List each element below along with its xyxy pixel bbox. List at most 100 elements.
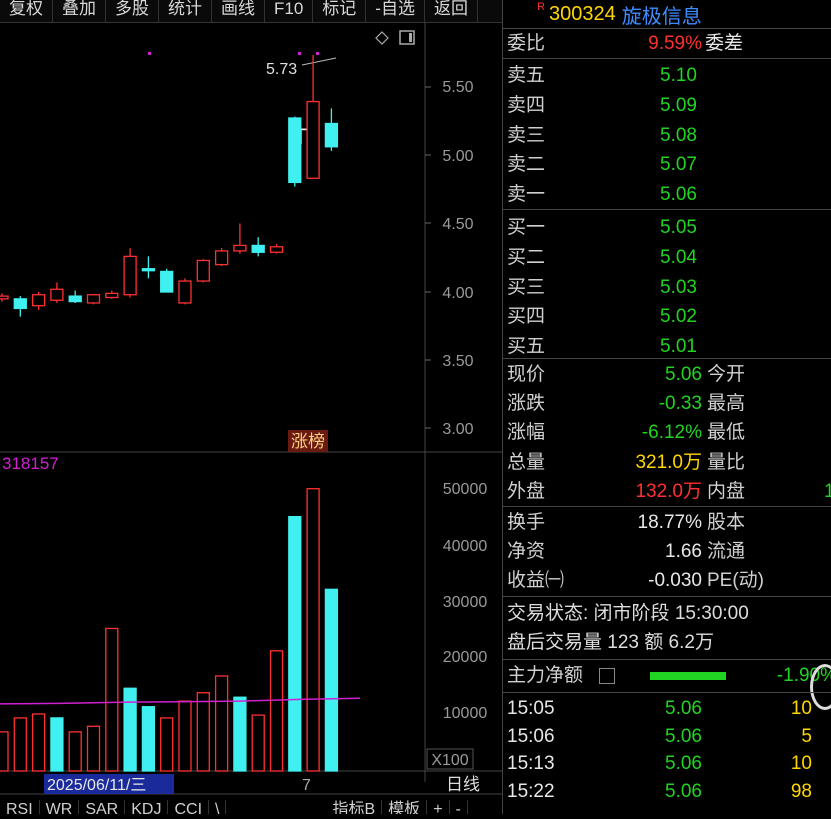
candle-body[interactable] xyxy=(324,122,339,148)
floating-circle-icon[interactable] xyxy=(810,664,831,710)
candle-body[interactable] xyxy=(0,295,9,300)
orderbook-row[interactable]: 卖五 5.10 xyxy=(507,61,697,90)
main-net-row[interactable]: 主力净额 -1.90% xyxy=(507,661,831,690)
stat-value: 132.0万 xyxy=(635,480,702,502)
r-tag: R xyxy=(537,1,545,13)
candle-body[interactable] xyxy=(214,250,229,266)
candle-body[interactable] xyxy=(68,295,82,303)
back-button[interactable]: 返回 xyxy=(425,0,478,22)
stat2-row: 净资 1.66 流通 xyxy=(507,537,831,566)
candle-body[interactable] xyxy=(105,292,119,299)
candle-body[interactable] xyxy=(233,244,247,252)
volume-bar[interactable] xyxy=(196,692,210,772)
candle-body[interactable] xyxy=(178,280,192,304)
stat2-value: -0.030 xyxy=(648,570,702,591)
stat2-row: 收益㈠ -0.030 PE(动) xyxy=(507,566,831,595)
volume-bar[interactable] xyxy=(0,731,9,772)
candle-body[interactable] xyxy=(196,259,210,282)
orderbook-row[interactable]: 买三 5.03 xyxy=(507,273,697,302)
candle-body[interactable] xyxy=(269,246,284,253)
list-icon[interactable] xyxy=(599,668,615,684)
tab-rsi[interactable]: RSI xyxy=(0,800,40,814)
volume-bar[interactable] xyxy=(141,706,156,772)
candle-body[interactable] xyxy=(251,244,265,253)
restore-rights-button[interactable]: 复权 xyxy=(0,0,53,22)
volume-bar[interactable] xyxy=(50,717,64,772)
kline-chart[interactable]: 5.50 5.00 4.50 4.00 3.50 3.00 50000 4000… xyxy=(0,22,502,814)
candle-body[interactable] xyxy=(288,117,302,184)
orderbook-level-label: 卖三 xyxy=(507,124,546,146)
orderbook-row[interactable]: 卖三 5.08 xyxy=(507,121,697,150)
stat-label: 总量 xyxy=(507,451,546,473)
stat-row: 涨跌 -0.33 最高 xyxy=(507,389,831,418)
orderbook-row[interactable]: 买四 5.02 xyxy=(507,302,697,331)
volume-bar[interactable] xyxy=(105,627,119,772)
orderbook-price: 5.01 xyxy=(660,336,697,358)
volume-bar[interactable] xyxy=(214,675,229,772)
tab-template[interactable]: 模板 xyxy=(382,800,428,814)
volume-bar[interactable] xyxy=(306,488,320,772)
tab-kdj[interactable]: KDJ xyxy=(125,800,169,814)
stat-label-2: 内盘 xyxy=(707,480,746,502)
orderbook-row[interactable]: 买五 5.01 xyxy=(507,332,697,361)
candle-body[interactable] xyxy=(86,294,101,304)
orderbook-level-label: 买二 xyxy=(507,246,546,268)
candle-body[interactable] xyxy=(123,255,137,296)
tick-price: 5.06 xyxy=(665,753,702,774)
tab-remove[interactable]: - xyxy=(450,800,468,814)
stat2-label: 收益㈠ xyxy=(507,570,565,591)
volume-bar[interactable] xyxy=(233,696,247,772)
stat2-label-2: 流通 xyxy=(707,541,746,562)
volume-bar[interactable] xyxy=(324,588,339,772)
volume-bar[interactable] xyxy=(160,717,174,772)
tick-row: 15:06 5.06 5 xyxy=(507,722,812,751)
volume-bar[interactable] xyxy=(68,731,82,772)
volume-bar[interactable] xyxy=(178,700,192,772)
tab-wr[interactable]: WR xyxy=(40,800,80,814)
tab-indicator-b[interactable]: 指标B xyxy=(326,800,383,814)
tick-price: 5.06 xyxy=(665,780,702,802)
tab-add[interactable]: + xyxy=(427,800,450,814)
candle-body[interactable] xyxy=(31,294,46,307)
volume-bar[interactable] xyxy=(86,725,101,772)
tick-volume: 10 xyxy=(790,753,812,774)
tab-sar[interactable]: SAR xyxy=(79,800,126,814)
overlay-button[interactable]: 叠加 xyxy=(53,0,106,22)
volume-bar[interactable] xyxy=(31,713,46,772)
multi-stock-button[interactable]: 多股 xyxy=(106,0,159,22)
statistics-button[interactable]: 统计 xyxy=(159,0,212,22)
diamond-icon[interactable] xyxy=(375,31,389,45)
volume-bar[interactable] xyxy=(269,650,284,772)
high-price-annotation: 5.73 xyxy=(266,61,297,78)
candle-body[interactable] xyxy=(160,270,174,293)
tab-more[interactable]: \ xyxy=(209,800,227,814)
orderbook-row[interactable]: 卖一 5.06 xyxy=(507,180,697,209)
candle-body[interactable] xyxy=(141,268,156,272)
orderbook-level-label: 卖四 xyxy=(507,94,546,116)
after-hours-volume: 盘后交易量 123 额 6.2万 xyxy=(507,632,714,653)
stat-label-2: 量比 xyxy=(707,451,746,473)
tick-time: 15:13 xyxy=(507,753,555,774)
orderbook-row[interactable]: 买二 5.04 xyxy=(507,243,697,272)
mark-button[interactable]: 标记 xyxy=(313,0,367,22)
volume-bar[interactable] xyxy=(251,714,265,772)
orderbook-row[interactable]: 卖四 5.09 xyxy=(507,91,697,120)
volume-bar[interactable] xyxy=(288,516,302,772)
volume-bar[interactable] xyxy=(13,717,27,772)
remove-watchlist-button[interactable]: -自选 xyxy=(366,0,425,22)
candle-body[interactable] xyxy=(306,100,320,179)
stat-row: 外盘 132.0万 内盘 1 xyxy=(507,477,831,506)
draw-line-button[interactable]: 画线 xyxy=(212,0,265,22)
orderbook-row[interactable]: 买一 5.05 xyxy=(507,213,697,242)
tick-price: 5.06 xyxy=(665,725,702,747)
trade-status: 交易状态: 闭市阶段 15:30:00 xyxy=(507,603,749,624)
daily-line-label[interactable]: 日线 xyxy=(446,775,480,795)
kline-chart-panel[interactable]: 5.50 5.00 4.50 4.00 3.50 3.00 50000 4000… xyxy=(0,22,502,814)
tab-cci[interactable]: CCI xyxy=(168,800,210,814)
orderbook-row[interactable]: 卖二 5.07 xyxy=(507,150,697,179)
candle-body[interactable] xyxy=(13,298,27,310)
candle-body[interactable] xyxy=(50,288,64,301)
tick-row: 15:22 5.06 98 xyxy=(507,777,812,806)
volume-bar[interactable] xyxy=(123,687,137,772)
f10-button[interactable]: F10 xyxy=(265,0,314,22)
